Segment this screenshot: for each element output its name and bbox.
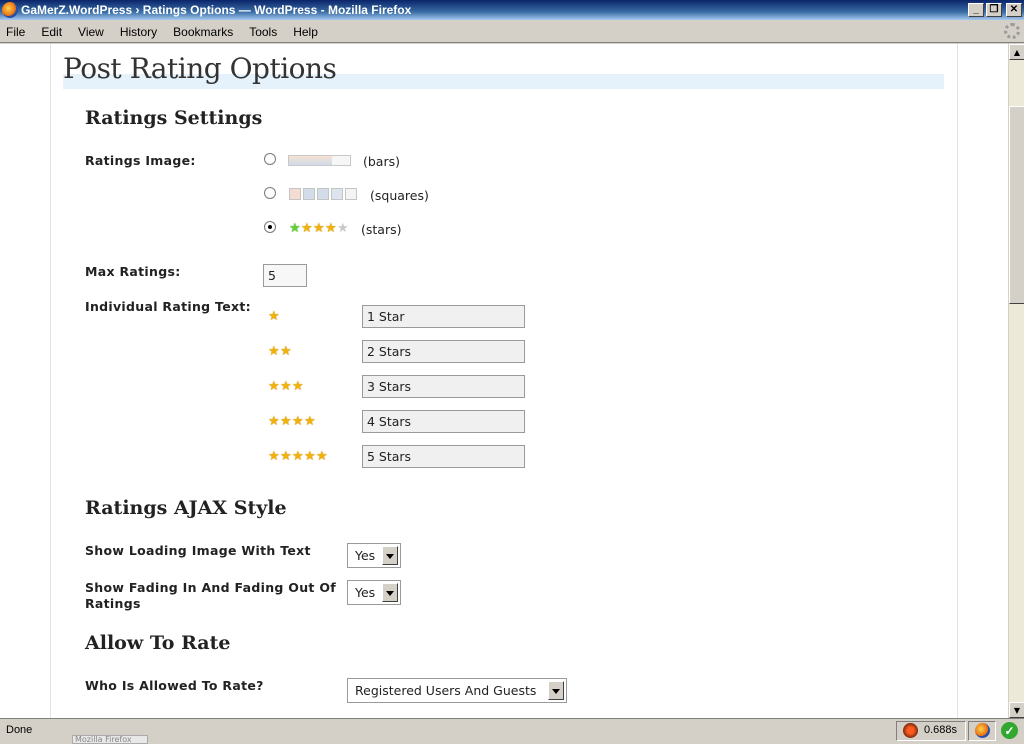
- star-empty-icon: ★: [337, 221, 349, 236]
- scroll-thumb[interactable]: [1009, 106, 1024, 304]
- content-viewport: Post Rating Options Ratings Settings Rat…: [0, 44, 1008, 718]
- loading-image-select[interactable]: Yes: [347, 543, 401, 568]
- fading-select[interactable]: Yes: [347, 580, 401, 605]
- star-icon: ★: [316, 449, 328, 464]
- option-stars-label: (stars): [361, 222, 402, 237]
- rating-text-input-4[interactable]: 4 Stars: [362, 410, 525, 433]
- menu-bar: File Edit View History Bookmarks Tools H…: [0, 21, 1024, 43]
- ratings-image-label: Ratings Image:: [85, 153, 196, 168]
- throbber-icon: [1004, 23, 1020, 39]
- radio-stars[interactable]: [264, 221, 276, 233]
- star-half-icon: ★: [325, 221, 337, 236]
- fading-select-value: Yes: [355, 585, 376, 600]
- star-icon: ★: [280, 414, 292, 429]
- star-icon: ★: [268, 344, 280, 359]
- star-icon: ★: [268, 414, 280, 429]
- square-icon: [303, 188, 315, 200]
- star-icon: ★: [304, 414, 316, 429]
- window-title: GaMerZ.WordPress › Ratings Options — Wor…: [21, 3, 412, 17]
- star-icon: ★: [268, 449, 280, 464]
- firefox-icon: [2, 2, 18, 18]
- star-icon: ★: [268, 309, 280, 324]
- star-icon: ★: [289, 221, 301, 236]
- max-ratings-input[interactable]: 5: [263, 264, 307, 287]
- heading-ratings-settings: Ratings Settings: [85, 107, 263, 129]
- option-squares-label: (squares): [370, 188, 429, 203]
- vertical-scrollbar[interactable]: ▲ ▼: [1008, 44, 1024, 718]
- rating-text-input-5[interactable]: 5 Stars: [362, 445, 525, 468]
- status-bar: Done 0.688s ✓: [0, 718, 1024, 744]
- menu-edit[interactable]: Edit: [33, 25, 70, 39]
- rating-text-input-1[interactable]: 1 Star: [362, 305, 525, 328]
- loading-image-select-value: Yes: [355, 548, 376, 563]
- option-bars-label: (bars): [363, 154, 400, 169]
- check-ok-icon[interactable]: ✓: [1001, 722, 1018, 739]
- bars-rating-image: [288, 155, 351, 166]
- close-button[interactable]: ✕: [1006, 3, 1022, 17]
- firefox-addon-icon[interactable]: [975, 723, 990, 738]
- square-icon: [345, 188, 357, 200]
- scroll-down-icon[interactable]: ▼: [1009, 702, 1024, 718]
- individual-rating-text-label: Individual Rating Text:: [85, 299, 251, 314]
- status-text: Done: [6, 724, 33, 736]
- max-ratings-label: Max Ratings:: [85, 264, 181, 279]
- fading-label-line-1: Show Fading In And Fading Out Of: [85, 580, 337, 595]
- who-allowed-label: Who Is Allowed To Rate?: [85, 678, 264, 693]
- rating-text-input-3[interactable]: 3 Stars: [362, 375, 525, 398]
- menu-view[interactable]: View: [70, 25, 112, 39]
- title-bar: GaMerZ.WordPress › Ratings Options — Wor…: [0, 0, 1024, 20]
- menu-file[interactable]: File: [0, 25, 33, 39]
- fading-label-line-2: Ratings: [85, 596, 141, 611]
- rating-text-input-2[interactable]: 2 Stars: [362, 340, 525, 363]
- minimize-button[interactable]: _: [968, 3, 984, 17]
- menu-history[interactable]: History: [112, 25, 165, 39]
- star-icon: ★: [313, 221, 325, 236]
- star-icon: ★: [280, 449, 292, 464]
- loading-image-label: Show Loading Image With Text: [85, 543, 311, 558]
- radio-bars[interactable]: [264, 153, 276, 165]
- menu-bookmarks[interactable]: Bookmarks: [165, 25, 241, 39]
- page-title: Post Rating Options: [63, 52, 337, 85]
- taskbar-ghost: Mozilla Firefox: [72, 735, 148, 744]
- chevron-down-icon[interactable]: [382, 546, 398, 565]
- menu-tools[interactable]: Tools: [241, 25, 285, 39]
- star-icon: ★: [292, 449, 304, 464]
- restore-button[interactable]: ❐: [986, 3, 1002, 17]
- star-icon: ★: [304, 449, 316, 464]
- load-timing: 0.688s: [924, 724, 958, 736]
- star-icon: ★: [292, 414, 304, 429]
- star-icon: ★: [280, 379, 292, 394]
- chevron-down-icon[interactable]: [382, 583, 398, 602]
- star-icon: ★: [268, 379, 280, 394]
- square-icon: [289, 188, 301, 200]
- who-allowed-select-value: Registered Users And Guests: [355, 683, 537, 698]
- scroll-up-icon[interactable]: ▲: [1009, 44, 1024, 60]
- star-icon: ★: [301, 221, 313, 236]
- square-icon: [331, 188, 343, 200]
- heading-ajax-style: Ratings AJAX Style: [85, 497, 287, 519]
- star-icon: ★: [280, 344, 292, 359]
- heading-allow-to-rate: Allow To Rate: [85, 632, 231, 654]
- square-icon: [317, 188, 329, 200]
- menu-help[interactable]: Help: [285, 25, 326, 39]
- who-allowed-select[interactable]: Registered Users And Guests: [347, 678, 567, 703]
- radio-squares[interactable]: [264, 187, 276, 199]
- chevron-down-icon[interactable]: [548, 681, 564, 700]
- star-icon: ★: [292, 379, 304, 394]
- firebug-icon[interactable]: [903, 723, 918, 738]
